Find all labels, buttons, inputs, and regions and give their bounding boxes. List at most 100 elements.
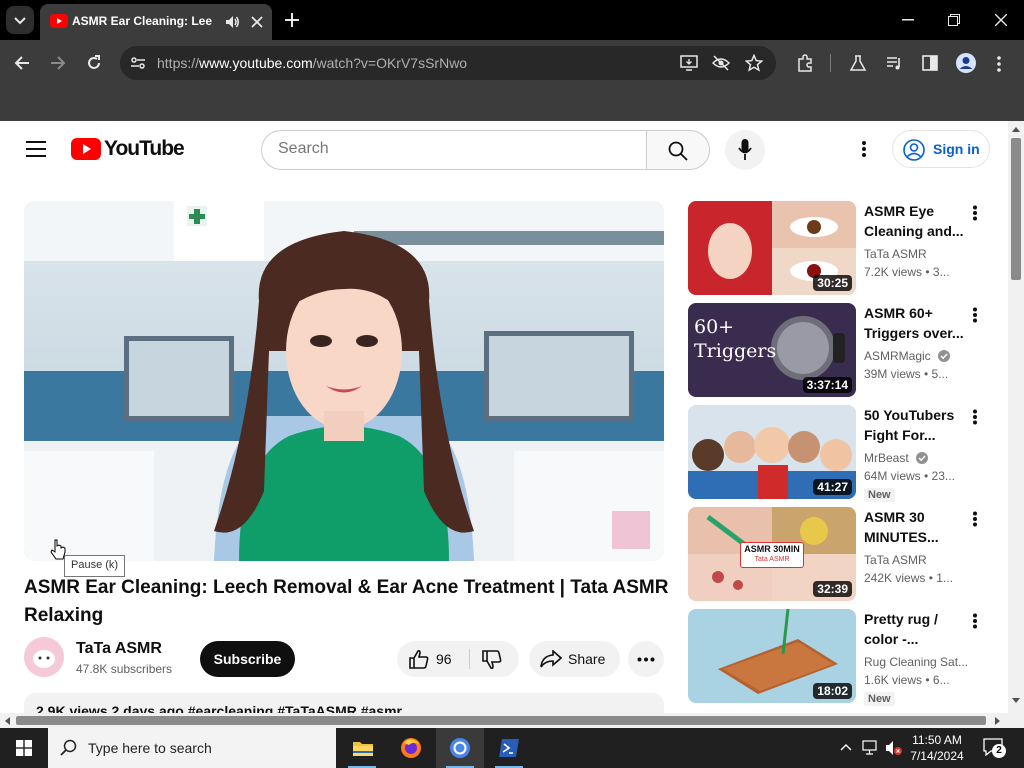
minimize-icon[interactable] bbox=[902, 19, 914, 21]
browser-tab-strip: ASMR Ear Cleaning: Leech bbox=[0, 0, 1024, 40]
show-hidden-icons-chevron-icon[interactable] bbox=[840, 743, 852, 751]
taskbar-search-box[interactable]: Type here to search bbox=[48, 728, 336, 768]
media-control-icon[interactable] bbox=[885, 54, 903, 72]
recommendation-title[interactable]: ASMR 30 MINUTES... bbox=[864, 507, 964, 547]
description-preview: 2.9K views 2 days ago #earcleaning #TaTa… bbox=[36, 703, 402, 713]
tracking-protection-icon[interactable] bbox=[712, 55, 730, 71]
more-vertical-icon[interactable] bbox=[972, 307, 988, 327]
browser-menu-icon[interactable] bbox=[996, 55, 1002, 73]
network-icon[interactable] bbox=[862, 740, 880, 756]
recommendation-item[interactable]: 60+ Triggers 3:37:14 ASMR 60+ Triggers o… bbox=[688, 303, 1008, 399]
youtube-logo[interactable]: YouTube bbox=[71, 137, 185, 161]
search-button[interactable] bbox=[646, 130, 710, 170]
install-app-icon[interactable] bbox=[680, 55, 698, 71]
search-input[interactable]: Search bbox=[261, 130, 647, 170]
notification-center-button[interactable]: 2 bbox=[980, 734, 1010, 762]
more-vertical-icon[interactable] bbox=[972, 205, 988, 225]
recommendation-title[interactable]: Pretty rug / color -... bbox=[864, 609, 964, 649]
recommendation-channel[interactable]: TaTa ASMR bbox=[864, 247, 927, 261]
vertical-scroll-thumb[interactable] bbox=[1011, 138, 1021, 280]
extensions-icon[interactable] bbox=[796, 54, 814, 72]
recommendation-thumbnail[interactable]: ASMR 30MIN Tata ASMR 32:39 bbox=[688, 507, 856, 601]
thumbnail-sublabel: Tata ASMR bbox=[754, 556, 790, 563]
scroll-left-icon[interactable] bbox=[4, 717, 10, 725]
bookmark-bar bbox=[0, 86, 1024, 121]
verified-badge-icon bbox=[916, 452, 929, 464]
recommendation-item[interactable]: 18:02 Pretty rug / color -... Rug Cleani… bbox=[688, 609, 1008, 706]
bookmark-star-icon[interactable] bbox=[745, 54, 763, 72]
speaker-icon[interactable] bbox=[224, 14, 240, 30]
start-button[interactable] bbox=[0, 728, 48, 768]
close-window-icon[interactable] bbox=[995, 14, 1007, 26]
recommendation-title[interactable]: 50 YouTubers Fight For... bbox=[864, 405, 964, 445]
thumbnail-caption: 60+ Triggers bbox=[694, 316, 777, 362]
more-vertical-icon[interactable] bbox=[972, 613, 988, 633]
recommendation-thumbnail[interactable]: 18:02 bbox=[688, 609, 856, 703]
notification-count: 2 bbox=[996, 745, 1002, 756]
back-icon[interactable] bbox=[14, 55, 30, 71]
recommendation-item[interactable]: 30:25 ASMR Eye Cleaning and... TaTa ASMR… bbox=[688, 201, 1008, 297]
scroll-right-icon[interactable] bbox=[995, 717, 1001, 725]
recommendation-thumbnail[interactable]: 60+ Triggers 3:37:14 bbox=[688, 303, 856, 397]
firefox-button[interactable] bbox=[387, 728, 435, 768]
hamburger-menu-icon[interactable] bbox=[26, 141, 46, 157]
vertical-scrollbar[interactable] bbox=[1008, 121, 1024, 713]
share-button[interactable]: Share bbox=[529, 641, 620, 677]
share-icon bbox=[540, 650, 562, 668]
like-button[interactable]: 96 bbox=[397, 641, 469, 677]
channel-name[interactable]: TaTa ASMR bbox=[76, 640, 162, 658]
sign-in-button[interactable]: Sign in bbox=[892, 130, 990, 168]
horizontal-scroll-thumb[interactable] bbox=[16, 716, 986, 725]
subscribe-button[interactable]: Subscribe bbox=[200, 641, 295, 677]
video-player[interactable] bbox=[24, 201, 664, 561]
reload-icon[interactable] bbox=[86, 55, 102, 71]
recommendation-channel[interactable]: TaTa ASMR bbox=[864, 553, 927, 567]
recommendation-channel[interactable]: MrBeast bbox=[864, 451, 929, 465]
system-clock[interactable]: 11:50 AM 7/14/2024 bbox=[906, 732, 968, 764]
youtube-page: YouTube Search Sign in Pause (k) ASMR Ea… bbox=[0, 121, 1008, 713]
scroll-down-icon[interactable] bbox=[1012, 698, 1020, 704]
close-tab-icon[interactable] bbox=[250, 15, 264, 29]
recommendation-title[interactable]: ASMR Eye Cleaning and... bbox=[864, 201, 964, 241]
profile-icon[interactable] bbox=[955, 52, 977, 74]
powershell-button[interactable] bbox=[485, 728, 533, 768]
clock-time: 11:50 AM bbox=[912, 733, 962, 747]
thumbnail-label: ASMR 30MIN bbox=[744, 544, 800, 554]
like-dislike-group: 96 bbox=[397, 641, 519, 677]
more-vertical-icon[interactable] bbox=[972, 511, 988, 531]
recommendation-item[interactable]: 41:27 50 YouTubers Fight For... MrBeast … bbox=[688, 405, 1008, 502]
volume-muted-icon[interactable] bbox=[885, 740, 903, 756]
restore-icon[interactable] bbox=[948, 14, 960, 26]
recommendation-title[interactable]: ASMR 60+ Triggers over... bbox=[864, 303, 964, 343]
recommendation-channel[interactable]: ASMRMagic bbox=[864, 349, 951, 363]
file-explorer-button[interactable] bbox=[338, 728, 386, 768]
terminal-icon bbox=[499, 739, 519, 757]
new-badge: New bbox=[864, 692, 895, 706]
horizontal-scrollbar[interactable] bbox=[0, 713, 1024, 728]
more-vertical-icon[interactable] bbox=[972, 409, 988, 429]
recommendation-thumbnail[interactable]: 41:27 bbox=[688, 405, 856, 499]
recommendation-channel[interactable]: Rug Cleaning Sat... bbox=[864, 655, 968, 669]
voice-search-button[interactable] bbox=[725, 130, 765, 170]
channel-avatar[interactable] bbox=[24, 637, 64, 677]
browser-tab-active[interactable]: ASMR Ear Cleaning: Leech bbox=[40, 4, 272, 40]
chrome-button[interactable] bbox=[436, 728, 484, 768]
scroll-up-icon[interactable] bbox=[1012, 126, 1020, 132]
new-tab-icon[interactable] bbox=[284, 12, 300, 28]
search-icon bbox=[60, 739, 77, 756]
dislike-button[interactable] bbox=[470, 641, 519, 677]
more-actions-button[interactable] bbox=[628, 641, 664, 677]
settings-more-icon[interactable] bbox=[861, 140, 867, 158]
url-path: /watch?v=OKrV7sSrNwo bbox=[312, 55, 468, 71]
forward-icon[interactable] bbox=[50, 55, 66, 71]
site-info-icon[interactable] bbox=[130, 55, 146, 71]
address-bar[interactable]: https://www.youtube.com/watch?v=OKrV7sSr… bbox=[120, 46, 776, 80]
recommendation-thumbnail[interactable]: 30:25 bbox=[688, 201, 856, 295]
notification-badge: 2 bbox=[992, 744, 1006, 758]
labs-flask-icon[interactable] bbox=[849, 54, 867, 72]
description-box[interactable]: 2.9K views 2 days ago #earcleaning #TaTa… bbox=[24, 693, 664, 713]
taskbar-search-placeholder: Type here to search bbox=[88, 740, 212, 756]
tab-search-button[interactable] bbox=[6, 6, 34, 34]
recommendation-item[interactable]: ASMR 30MIN Tata ASMR 32:39 ASMR 30 MINUT… bbox=[688, 507, 1008, 603]
side-panel-icon[interactable] bbox=[921, 54, 939, 72]
